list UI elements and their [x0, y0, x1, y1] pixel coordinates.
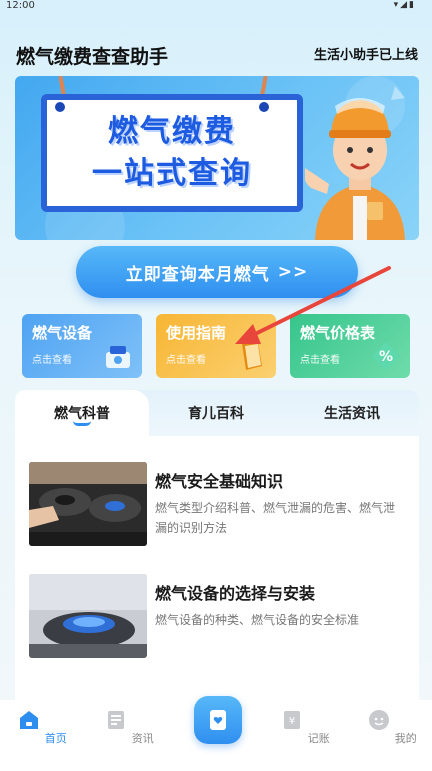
status-time: 12:00	[6, 0, 35, 11]
query-button-label: 立即查询本月燃气	[125, 264, 270, 285]
gas-stove-photo	[29, 462, 147, 546]
banner-line1: 燃气缴费	[108, 114, 236, 149]
ledger-icon: ¥	[284, 711, 301, 729]
tab-label: 育儿百科	[188, 406, 244, 422]
app-title: 燃气缴费查查助手	[16, 46, 169, 68]
article-title: 燃气安全基础知识	[155, 472, 284, 491]
nav-label: 首页	[44, 732, 67, 745]
nav-news[interactable]: 资讯	[99, 708, 159, 746]
gas-stove-icon	[106, 346, 130, 368]
card-gas-equipment[interactable]: 燃气设备 点击查看	[22, 314, 142, 378]
banner-nail-right	[259, 102, 269, 112]
article-title: 燃气设备的选择与安装	[155, 584, 316, 603]
tab-life-news[interactable]: 生活资讯	[285, 390, 419, 436]
status-icons: ▾◢▮	[393, 0, 416, 10]
nav-label: 记账	[307, 732, 330, 745]
list-item[interactable]: 燃气安全基础知识 燃气类型介绍科普、燃气泄漏的危害、燃气泄漏的识别方法	[29, 462, 409, 548]
double-chevron-right-icon: >>	[277, 262, 309, 282]
news-icon	[108, 711, 125, 729]
book-icon	[242, 342, 262, 370]
percent-tag-icon: %	[372, 342, 400, 370]
heart-book-icon	[210, 710, 226, 730]
tab-gas-knowledge[interactable]: 燃气科普	[15, 390, 149, 436]
nav-label: 资讯	[131, 732, 154, 745]
svg-text:%: %	[379, 349, 393, 365]
bottom-nav: 首页 资讯 ¥ 记账 我的	[0, 696, 432, 771]
profile-icon	[369, 710, 390, 730]
header-slogan: 生活小助手已上线	[313, 48, 418, 63]
query-this-month-button[interactable]: 立即查询本月燃气 >>	[76, 246, 358, 298]
nav-home[interactable]: 首页	[12, 708, 72, 746]
card-user-guide[interactable]: 使用指南 点击查看	[156, 314, 276, 378]
gas-burner-photo	[29, 574, 147, 658]
tab-active-indicator	[73, 421, 91, 426]
nav-label: 我的	[394, 732, 417, 745]
article-description: 燃气设备的种类、燃气设备的安全标准	[155, 613, 360, 627]
tab-label: 生活资讯	[324, 406, 380, 422]
promo-banner[interactable]: 燃气缴费 一站式查询	[15, 76, 419, 240]
nav-ledger[interactable]: ¥ 记账	[275, 708, 335, 746]
card-gas-price-table[interactable]: 燃气价格表 点击查看 %	[290, 314, 410, 378]
tab-parenting[interactable]: 育儿百科	[149, 390, 283, 436]
nav-center-action-button[interactable]	[194, 696, 242, 744]
tab-label: 燃气科普	[54, 406, 110, 422]
home-icon	[20, 711, 39, 729]
article-description: 燃气类型介绍科普、燃气泄漏的危害、燃气泄漏的识别方法	[155, 501, 396, 535]
tab-bar: 燃气科普 育儿百科 生活资讯	[15, 390, 419, 436]
feature-cards: 燃气设备 点击查看 使用指南 点击查看 燃气价格表 点击查看 %	[22, 314, 414, 378]
svg-text:¥: ¥	[289, 716, 295, 727]
banner-line2: 一站式查询	[92, 156, 252, 191]
list-item[interactable]: 燃气设备的选择与安装 燃气设备的种类、燃气设备的安全标准	[29, 574, 409, 660]
status-bar: 12:00 ▾◢▮	[0, 0, 432, 14]
content-panel: 燃气科普 育儿百科 生活资讯 燃气安全基础知识 燃气类型介绍科普、燃气泄漏的危害…	[15, 390, 419, 700]
banner-nail-left	[55, 102, 65, 112]
gas-worker-illustration	[305, 98, 405, 240]
nav-profile[interactable]: 我的	[362, 708, 422, 746]
